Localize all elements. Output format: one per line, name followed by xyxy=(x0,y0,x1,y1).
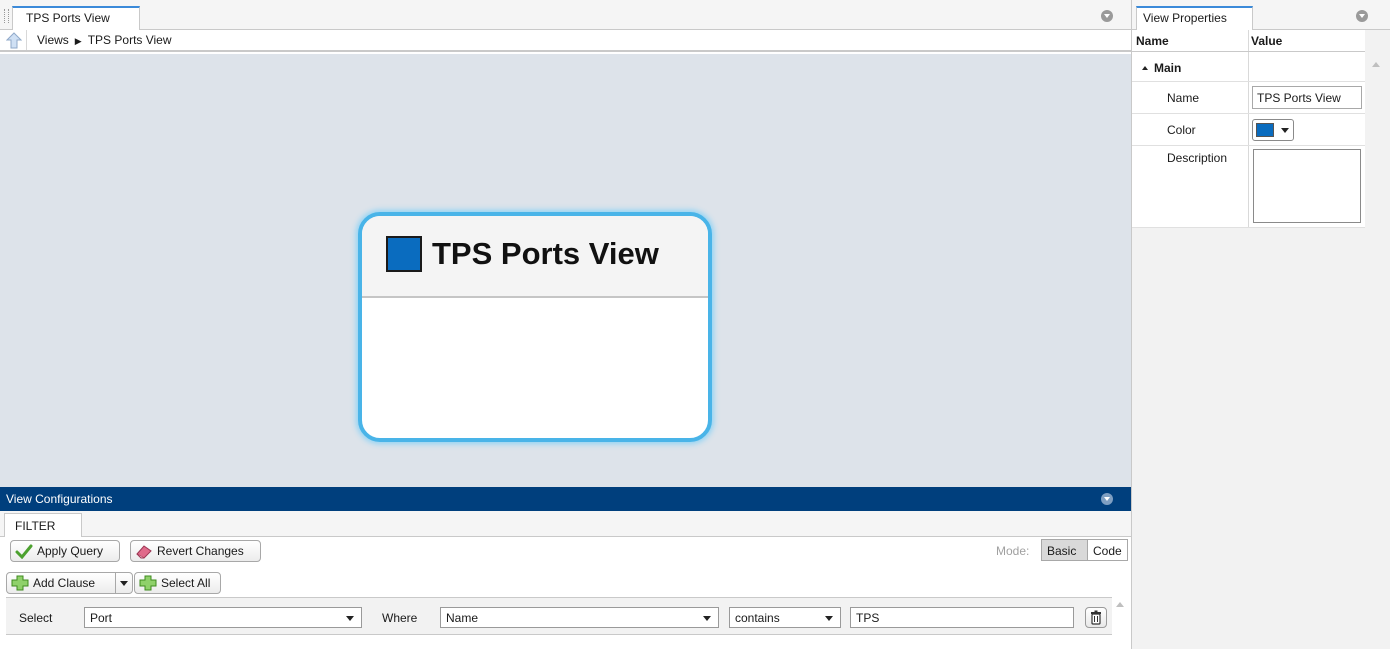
where-property-dropdown[interactable]: Name xyxy=(440,607,719,628)
color-picker-dropdown[interactable] xyxy=(1252,119,1294,141)
property-table-header: Name Value xyxy=(1132,30,1365,52)
green-plus-icon xyxy=(11,575,29,591)
property-row-description: Description xyxy=(1132,146,1365,228)
operator-value: contains xyxy=(735,611,780,625)
revert-changes-label: Revert Changes xyxy=(157,544,244,558)
where-label: Where xyxy=(382,611,418,625)
green-plus-icon xyxy=(139,575,157,591)
trash-icon xyxy=(1091,610,1101,625)
chevron-down-icon xyxy=(703,616,711,621)
select-type-value: Port xyxy=(90,611,113,625)
checkmark-icon xyxy=(15,544,33,559)
divider xyxy=(1248,82,1249,113)
divider xyxy=(1248,114,1249,145)
group-label: Main xyxy=(1154,61,1182,75)
chevron-down-icon xyxy=(1281,128,1289,133)
select-all-button[interactable]: Select All xyxy=(134,572,221,594)
column-header-name: Name xyxy=(1136,34,1169,48)
up-arrow-icon[interactable] xyxy=(6,32,22,49)
chevron-down-icon xyxy=(825,616,833,621)
view-configurations-title: View Configurations xyxy=(6,492,113,506)
mode-code-toggle[interactable]: Code xyxy=(1087,539,1128,561)
add-clause-button[interactable]: Add Clause xyxy=(6,572,133,594)
description-textarea[interactable] xyxy=(1253,149,1361,223)
view-color-swatch xyxy=(386,236,422,272)
divider xyxy=(26,30,27,50)
add-clause-label: Add Clause xyxy=(33,576,96,590)
view-component-box[interactable]: TPS Ports View xyxy=(358,212,712,442)
breadcrumb-separator-icon: ▶ xyxy=(74,36,82,46)
divider xyxy=(1248,30,1249,51)
delete-clause-button[interactable] xyxy=(1085,607,1107,628)
breadcrumb: Views ▶ TPS Ports View xyxy=(37,33,172,47)
chevron-down-icon xyxy=(346,616,354,621)
scroll-up-icon[interactable] xyxy=(1116,602,1124,607)
breadcrumb-current: TPS Ports View xyxy=(87,33,172,47)
breadcrumb-bar: Views ▶ TPS Ports View xyxy=(0,30,1131,52)
collapse-icon[interactable] xyxy=(1356,10,1368,22)
eraser-icon xyxy=(136,545,152,559)
divider xyxy=(1248,52,1249,81)
collapse-icon[interactable] xyxy=(1101,493,1113,505)
name-field[interactable]: TPS Ports View xyxy=(1252,86,1362,109)
divider xyxy=(1248,146,1249,227)
where-property-value: Name xyxy=(446,611,479,625)
select-all-label: Select All xyxy=(161,576,211,590)
query-clause-row: Select Port Where Name contains TPS xyxy=(6,597,1112,635)
scroll-up-icon[interactable] xyxy=(1372,62,1380,67)
color-swatch xyxy=(1256,123,1274,137)
property-table: Name Value Main Name TPS Ports View Colo… xyxy=(1132,30,1365,228)
view-configurations-tabs: FILTER xyxy=(0,511,1131,538)
property-label: Name xyxy=(1167,91,1200,105)
view-properties-panel: View Properties Name Value Main Name TPS… xyxy=(1131,0,1390,649)
property-label: Description xyxy=(1167,151,1228,165)
property-label: Color xyxy=(1167,123,1196,137)
operator-dropdown[interactable]: contains xyxy=(729,607,841,628)
column-header-value: Value xyxy=(1251,34,1283,48)
apply-query-button[interactable]: Apply Query xyxy=(10,540,120,562)
property-row-color: Color xyxy=(1132,114,1365,146)
editor-tab-bar: TPS Ports View xyxy=(0,0,1131,30)
expand-triangle-icon[interactable] xyxy=(1142,66,1148,70)
properties-tab-bar: View Properties xyxy=(1132,0,1390,30)
filter-panel: Apply Query Revert Changes Mode: Basic C… xyxy=(0,537,1131,649)
property-row-name: Name TPS Ports View xyxy=(1132,82,1365,114)
clause-value-input[interactable]: TPS xyxy=(850,607,1074,628)
select-type-dropdown[interactable]: Port xyxy=(84,607,362,628)
chevron-down-icon xyxy=(120,581,128,586)
revert-changes-button[interactable]: Revert Changes xyxy=(130,540,261,562)
mode-label: Mode: xyxy=(996,544,1030,558)
tab-tps-ports-view[interactable]: TPS Ports View xyxy=(12,6,140,30)
breadcrumb-views-link[interactable]: Views xyxy=(37,33,69,47)
view-component-header: TPS Ports View xyxy=(362,216,708,298)
collapse-icon[interactable] xyxy=(1101,10,1113,22)
view-canvas[interactable]: TPS Ports View xyxy=(0,54,1131,487)
apply-query-label: Apply Query xyxy=(37,544,104,558)
view-editor: TPS Ports View Views ▶ TPS Ports View TPS … xyxy=(0,0,1131,649)
tab-filter[interactable]: FILTER xyxy=(4,513,82,538)
view-component-title: TPS Ports View xyxy=(432,236,659,271)
drag-grip-icon[interactable] xyxy=(4,9,9,23)
add-clause-dropdown[interactable] xyxy=(115,573,132,593)
select-label: Select xyxy=(19,611,53,625)
view-configurations-header: View Configurations xyxy=(0,487,1131,511)
tab-view-properties[interactable]: View Properties xyxy=(1136,6,1253,30)
property-group-main[interactable]: Main xyxy=(1132,52,1365,82)
mode-basic-toggle[interactable]: Basic xyxy=(1041,539,1088,561)
